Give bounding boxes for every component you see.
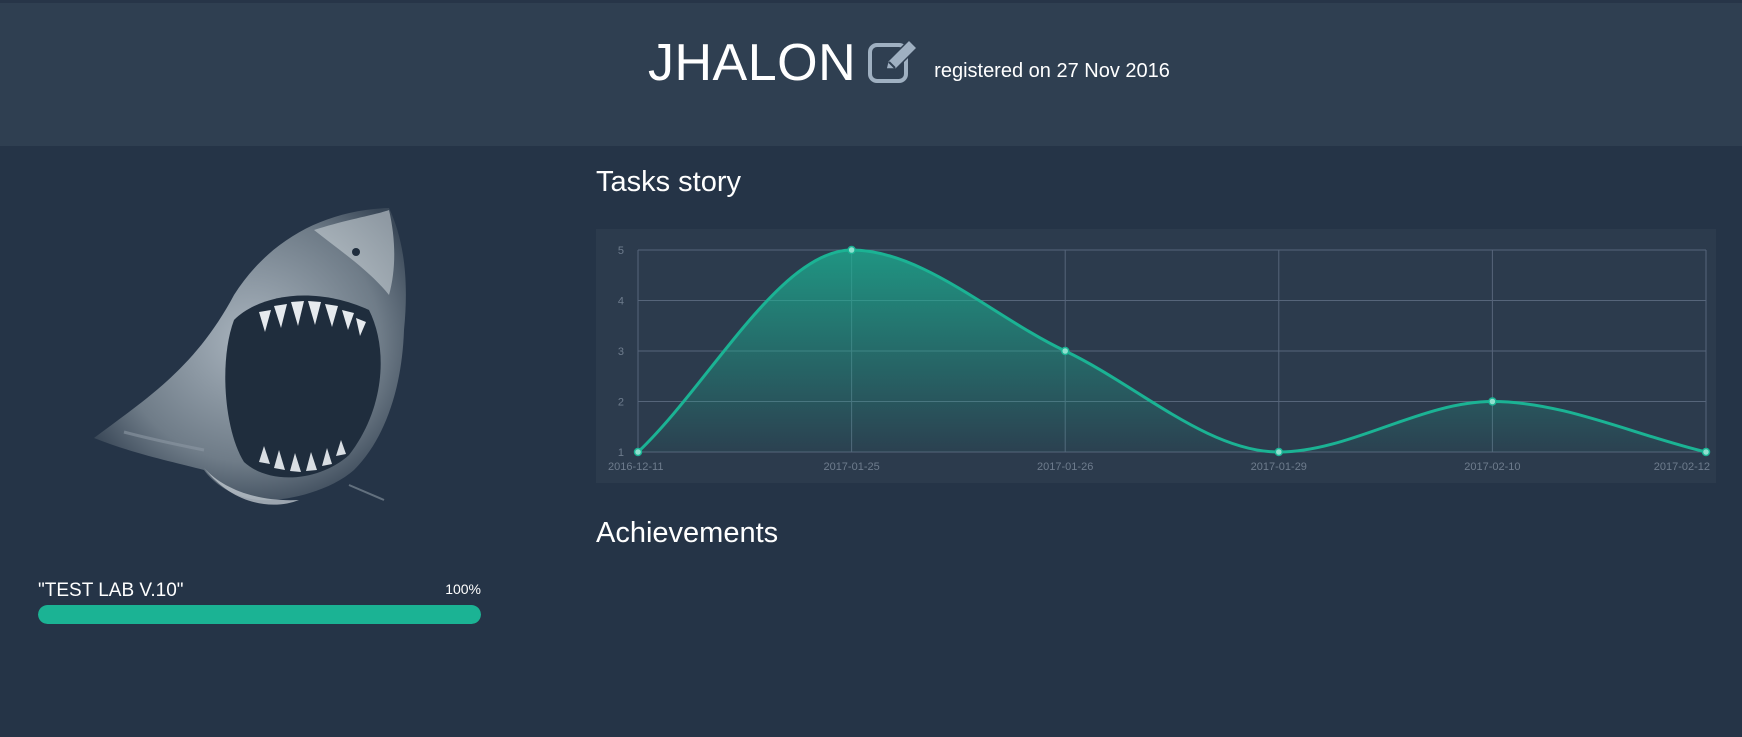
x-tick-label: 2017-01-25: [823, 461, 879, 473]
progress-percent: 100%: [445, 581, 481, 597]
chart-svg: 1 2 3 4 5 2016-12-11 2017-01-25 2017-01-26 2017-…: [608, 245, 1711, 473]
y-tick-label: 2: [618, 397, 624, 409]
edit-icon[interactable]: [868, 37, 922, 85]
tasks-story-chart: 1 2 3 4 5 2016-12-11 2017-01-25 2017-01-26 2017-…: [596, 229, 1716, 483]
data-point[interactable]: [633, 447, 643, 457]
progress-fill: [38, 605, 481, 624]
y-tick-label: 4: [618, 296, 624, 308]
username: JHALON: [648, 34, 857, 92]
data-point[interactable]: [1488, 397, 1497, 406]
lab-title: "TEST LAB V.10": [38, 580, 184, 601]
data-point[interactable]: [1060, 346, 1070, 356]
x-tick-label: 2016-12-11: [608, 461, 663, 473]
achievements-heading: Achievements: [596, 517, 779, 549]
x-tick-label: 2017-02-10: [1464, 461, 1520, 473]
y-tick-label: 5: [618, 245, 624, 257]
x-tick-label: 2017-02-12: [1654, 461, 1710, 473]
profile-header: JHALON registered on 27 Nov 2016: [0, 3, 1742, 146]
profile-header-content: JHALON registered on 27 Nov 2016: [648, 33, 1170, 93]
x-tick-label: 2017-01-26: [1037, 461, 1093, 473]
y-tick-label: 1: [618, 447, 624, 459]
tasks-story-heading: Tasks story: [596, 166, 742, 198]
x-tick-label: 2017-01-29: [1251, 461, 1307, 473]
data-point[interactable]: [1701, 447, 1711, 457]
registered-date: registered on 27 Nov 2016: [934, 60, 1170, 82]
shark-avatar: [94, 208, 406, 505]
data-point[interactable]: [847, 245, 856, 255]
progress-track: [38, 605, 481, 624]
y-tick-label: 3: [618, 346, 624, 358]
data-point[interactable]: [1274, 447, 1284, 457]
